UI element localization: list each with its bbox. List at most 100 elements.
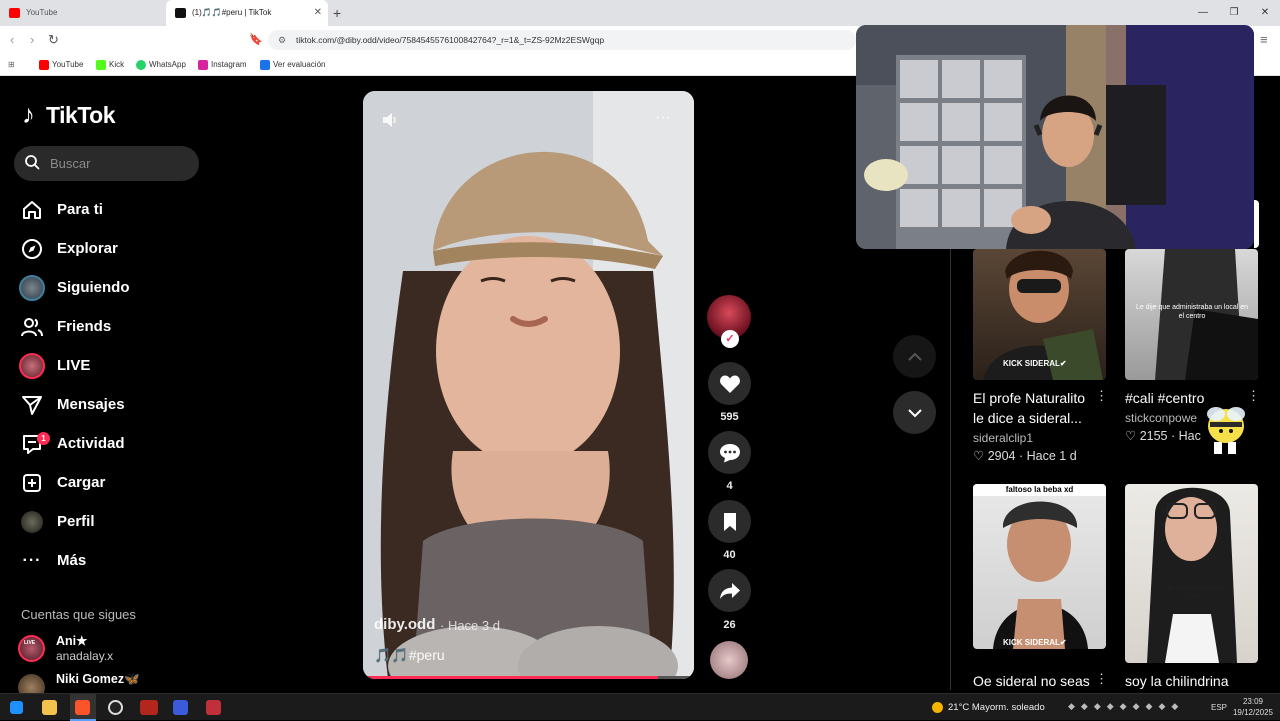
volume-icon[interactable]: [381, 111, 399, 129]
recommendation-author[interactable]: stickconpowe: [1125, 411, 1197, 425]
brave-browser-icon[interactable]: [75, 700, 90, 715]
clock[interactable]: 23:09 19/12/2025: [1231, 696, 1275, 718]
more-options-icon[interactable]: ⋮: [1247, 388, 1260, 404]
tab-youtube[interactable]: YouTube: [0, 0, 165, 26]
bookmark-whatsapp[interactable]: WhatsApp: [136, 54, 186, 76]
sidebar-item-perfil[interactable]: Perfil: [18, 507, 198, 537]
forward-icon[interactable]: ›: [30, 26, 34, 54]
recorder-icon[interactable]: [206, 700, 221, 715]
language-indicator[interactable]: ESP: [1211, 694, 1227, 721]
minimize-button[interactable]: —: [1188, 0, 1218, 26]
sidebar-item-friends[interactable]: Friends: [18, 312, 198, 342]
avatar: [18, 674, 45, 693]
system-tray-icons[interactable]: ◆◆◆◆◆◆◆◆◆: [1068, 701, 1184, 712]
bookmark-youtube[interactable]: YouTube: [39, 54, 83, 76]
video-caption[interactable]: 🎵🎵#peru: [374, 647, 445, 664]
new-tab-button[interactable]: +: [333, 0, 341, 26]
obs-icon[interactable]: [108, 700, 123, 715]
recommendation-thumbnail[interactable]: me encanta tu pelo rubio: [1125, 484, 1258, 663]
heart-outline-icon: ♡: [1125, 429, 1137, 443]
bookmark-kick[interactable]: Kick: [96, 54, 124, 76]
following-check-icon[interactable]: ✓: [721, 330, 739, 348]
sidebar-item-para-ti[interactable]: Para ti: [18, 195, 198, 225]
send-icon: [18, 391, 46, 419]
following-account-niki[interactable]: Niki Gomez🦋: [18, 672, 208, 693]
back-icon[interactable]: ‹: [10, 26, 14, 54]
account-username: anadalay.x: [56, 649, 114, 663]
following-header: Cuentas que sigues: [21, 607, 136, 622]
sidebar-item-siguiendo[interactable]: Siguiendo: [18, 273, 198, 303]
windows-taskbar: 21°C Mayorm. soleado ◆◆◆◆◆◆◆◆◆ ESP 23:09…: [0, 693, 1280, 721]
menu-icon[interactable]: ≡: [1260, 26, 1268, 54]
close-tab-icon[interactable]: ✕: [314, 0, 322, 26]
more-options-icon[interactable]: ⋮: [1095, 671, 1108, 687]
recommendation-title-line2[interactable]: le dice a sideral...: [973, 408, 1082, 428]
share-icon: [719, 582, 740, 599]
sidebar-item-label: Mensajes: [57, 396, 125, 413]
previous-video-button[interactable]: [893, 335, 936, 378]
following-avatar-icon: [18, 274, 46, 302]
streaming-app-icon[interactable]: [140, 700, 158, 715]
file-explorer-icon[interactable]: [42, 700, 57, 715]
share-count: 26: [723, 619, 736, 631]
site-info-icon[interactable]: ⚙: [278, 30, 286, 50]
sidebar-item-explorar[interactable]: Explorar: [18, 234, 198, 264]
next-video-button[interactable]: [893, 391, 936, 434]
search-placeholder: Buscar: [50, 156, 91, 171]
share-button[interactable]: [708, 569, 751, 612]
save-count: 40: [723, 549, 736, 561]
comment-icon: [719, 443, 740, 462]
tab-label: (1)🎵🎵#peru | TikTok: [192, 8, 272, 17]
like-button[interactable]: [708, 362, 751, 405]
video-player[interactable]: ··· diby.odd · Hace 3 d 🎵🎵#peru: [363, 91, 694, 679]
bookmark-icon[interactable]: 🔖: [249, 26, 263, 54]
sidebar-item-mas[interactable]: ··· Más: [18, 546, 198, 576]
app-icon[interactable]: [173, 700, 188, 715]
search-icon: [25, 155, 40, 170]
recommendation-author[interactable]: sideralclip1: [973, 431, 1033, 445]
weather-widget[interactable]: 21°C Mayorm. soleado: [932, 694, 1045, 721]
recommendation-title[interactable]: El profe Naturalito: [973, 388, 1085, 408]
following-account-ani[interactable]: LIVE Ani★ anadalay.x: [18, 633, 208, 665]
search-input[interactable]: Buscar: [14, 146, 199, 181]
video-progress-bar[interactable]: [363, 676, 694, 679]
save-button[interactable]: [708, 500, 751, 543]
bookmark-evaluation[interactable]: Ver evaluación: [260, 54, 325, 76]
thumbnail-overlay: KICK SIDERAL✔: [1003, 359, 1067, 368]
music-disc[interactable]: [710, 641, 748, 679]
recommendation-thumbnail[interactable]: faltoso la beba xd KICK SIDERAL✔: [973, 484, 1106, 649]
recommendation-age: Hac: [1178, 429, 1201, 443]
sidebar-item-live[interactable]: LIVE: [18, 351, 198, 381]
sidebar-item-mensajes[interactable]: Mensajes: [18, 390, 198, 420]
reload-icon[interactable]: ↻: [48, 26, 59, 54]
tiktok-icon: [175, 8, 186, 18]
panel-divider: [950, 248, 951, 690]
recommendation-thumbnail[interactable]: Le dije que administraba un local en el …: [1125, 249, 1258, 380]
more-dots-icon: ···: [22, 552, 42, 569]
comment-button[interactable]: [708, 431, 751, 474]
video-author[interactable]: diby.odd: [374, 616, 435, 633]
youtube-icon: [39, 60, 49, 70]
recommendation-title[interactable]: Oe sideral no seas: [973, 671, 1090, 691]
more-options-icon[interactable]: ⋮: [1095, 388, 1108, 404]
profile-avatar-icon: [18, 508, 46, 536]
address-bar[interactable]: ⚙ tiktok.com/@diby.odd/video/75845455761…: [268, 30, 856, 50]
sidebar-item-label: Perfil: [57, 513, 95, 530]
whatsapp-icon: [136, 60, 146, 70]
sidebar-item-label: LIVE: [57, 357, 91, 374]
recommendation-title[interactable]: soy la chilindrina: [1125, 671, 1229, 691]
recommendation-title[interactable]: #cali #centro: [1125, 388, 1204, 408]
close-window-button[interactable]: ✕: [1250, 0, 1280, 26]
windows-start-icon[interactable]: [10, 701, 23, 714]
youtube-icon: [9, 8, 20, 18]
restore-button[interactable]: ❐: [1219, 0, 1249, 26]
bookmark-instagram[interactable]: Instagram: [198, 54, 247, 76]
tab-tiktok[interactable]: (1)🎵🎵#peru | TikTok ✕: [166, 0, 328, 26]
webcam-overlay: [856, 25, 1254, 249]
weather-text: 21°C Mayorm. soleado: [948, 702, 1045, 713]
sidebar-item-cargar[interactable]: Cargar: [18, 468, 198, 498]
recommendation-thumbnail[interactable]: KICK SIDERAL✔: [973, 249, 1106, 380]
apps-grid-icon[interactable]: ⊞: [8, 54, 15, 76]
sidebar-item-label: Más: [57, 552, 87, 569]
video-more-icon[interactable]: ···: [655, 109, 671, 127]
